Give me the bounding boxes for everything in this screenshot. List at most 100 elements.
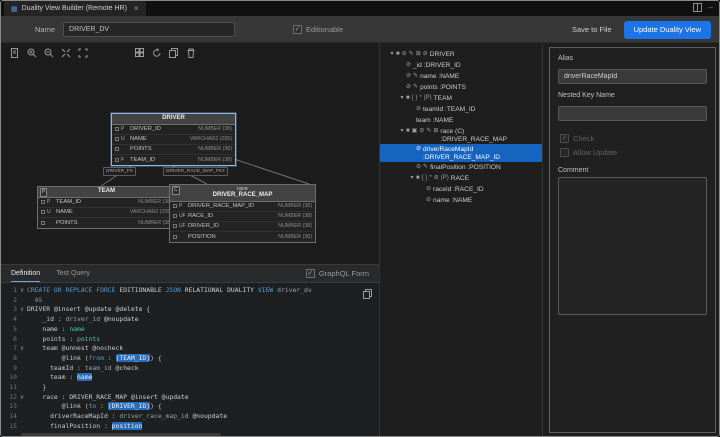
graphql-form-checkbox[interactable]	[306, 269, 315, 278]
tree-node-driverracemapid[interactable]: ⊘driverRaceMapId:DRIVER_RACE_MAP_ID	[380, 144, 542, 162]
tree-node-name[interactable]: ⊘✎name :NAME	[380, 71, 542, 82]
er-column-row[interactable]: POINTSNUMBER (38)	[112, 145, 235, 155]
caret-down-icon[interactable]: ▾	[398, 126, 406, 137]
update-duality-view-button[interactable]: Update Duality View	[624, 21, 711, 39]
fold-icon[interactable]: ∨	[17, 286, 27, 296]
fold-icon[interactable]: ∨	[17, 344, 27, 354]
tree-node-raceid[interactable]: ⊘raceId :RACE_ID	[380, 184, 542, 195]
alias-input[interactable]	[558, 69, 707, 84]
er-column-row[interactable]: PDRIVER_IDNUMBER (38)	[112, 125, 235, 135]
check-checkbox[interactable]	[560, 134, 569, 143]
expand-icon[interactable]	[77, 48, 88, 59]
caret-down-icon[interactable]: ▾	[398, 93, 406, 104]
allow-update-checkbox[interactable]	[560, 148, 569, 157]
tree-node-_id[interactable]: ⊘_id :DRIVER_ID	[380, 60, 542, 71]
nested-key-name-label: Nested Key Name	[558, 92, 707, 99]
refresh-icon[interactable]	[151, 48, 162, 59]
tree-node-finalposition[interactable]: ⊘✎finalPosition :POSITION	[380, 162, 542, 173]
tree-node-team[interactable]: ▾■{ }*(P)TEAM	[380, 93, 542, 104]
sql-code-editor[interactable]: 1∨CREATE OR REPLACE FORCE EDITIONABLE JS…	[1, 283, 379, 437]
tree-node-label: race (C):DRIVER_RACE_MAP	[440, 126, 507, 144]
tree-node-driver[interactable]: ▾■⊘✎⊞⊘DRIVER	[380, 49, 542, 60]
fold-icon[interactable]: ∨	[17, 305, 27, 315]
slash-icon: ⊘	[416, 144, 421, 155]
code-line[interactable]: 8 @link (from : (TEAM_ID)) {	[1, 354, 379, 364]
column-type: VARCHAR2 (255)	[190, 136, 232, 142]
er-column-row[interactable]: UFDRIVER_IDNUMBER (38)	[170, 222, 315, 232]
line-number: 6	[1, 335, 17, 345]
code-line[interactable]: 10 team : name	[1, 373, 379, 383]
nested-key-name-input[interactable]	[558, 106, 707, 121]
code-line[interactable]: 9 teamId : team_id @check	[1, 364, 379, 374]
comment-textarea[interactable]	[558, 177, 707, 315]
code-line[interactable]: 3∨DRIVER @insert @update @delete {	[1, 305, 379, 315]
save-to-file-button[interactable]: Save to File	[572, 25, 612, 34]
er-column-row[interactable]: UFRACE_IDNUMBER (38)	[170, 212, 315, 222]
line-number: 9	[1, 364, 17, 374]
er-table-team[interactable]: PTEAMPTEAM_IDNUMBER (38)UNAMEVARCHAR2 (2…	[37, 186, 176, 229]
code-line[interactable]: 7∨ team @unnest @nocheck	[1, 344, 379, 354]
horizontal-scrollbar[interactable]	[21, 433, 221, 436]
delete-icon[interactable]	[185, 48, 196, 59]
code-line[interactable]: 4 _id : driver_id @noupdate	[1, 315, 379, 325]
er-column-row[interactable]: POSITIONNUMBER (38)	[170, 232, 315, 242]
er-column-row[interactable]: FTEAM_IDNUMBER (38)	[112, 155, 235, 165]
zoom-out-icon[interactable]	[43, 48, 54, 59]
tab-definition[interactable]: Definition	[11, 265, 40, 282]
tree-node-label: TEAM	[434, 93, 452, 104]
code-line[interactable]: 14 driverRaceMapId : driver_race_map_id …	[1, 412, 379, 422]
er-table-driver[interactable]: DRIVERPDRIVER_IDNUMBER (38)UNAMEVARCHAR2…	[111, 113, 236, 166]
code-line[interactable]: 13 @link (to : (DRIVER_ID)) {	[1, 402, 379, 412]
er-table-driver_race_map[interactable]: CraceDRIVER_RACE_MAPPDRIVER_RACE_MAP_IDN…	[169, 184, 316, 243]
er-column-row[interactable]: POINTSNUMBER (38)	[38, 218, 175, 228]
code-line[interactable]: 1∨CREATE OR REPLACE FORCE EDITIONABLE JS…	[1, 286, 379, 296]
tree-node-race[interactable]: ▾■▣⊘✎⊞race (C):DRIVER_RACE_MAP	[380, 126, 542, 144]
er-table-header[interactable]: CraceDRIVER_RACE_MAP	[170, 185, 315, 202]
name-input[interactable]	[63, 22, 235, 37]
window-tab-bar: ▦ Duality View Builder (Remote HR) × –	[1, 1, 719, 16]
copy-code-icon[interactable]	[363, 289, 372, 299]
new-doc-icon[interactable]	[9, 48, 20, 59]
slash-icon: ⊘	[406, 71, 411, 82]
line-number: 1	[1, 286, 17, 296]
relation-label-driver-race-map-fk2[interactable]: DRIVER_RACE_MAP_FK2	[163, 167, 228, 176]
er-column-row[interactable]: UNAMEVARCHAR2 (255)	[38, 208, 175, 218]
star-icon: *	[429, 173, 431, 184]
tree-node-name[interactable]: ⊘name :NAME	[380, 195, 542, 206]
tree-node-teamid[interactable]: ⊘teamId :TEAM_ID	[380, 104, 542, 115]
table-icon: ■	[406, 93, 410, 104]
editionable-checkbox[interactable]	[293, 25, 302, 34]
diagram-canvas[interactable]: DRIVERPDRIVER_IDNUMBER (38)UNAMEVARCHAR2…	[1, 63, 379, 264]
grid-icon[interactable]	[134, 48, 145, 59]
tab-duality-view-builder[interactable]: ▦ Duality View Builder (Remote HR) ×	[4, 1, 146, 16]
tree-node-race[interactable]: ▾■{ }*⊘(P)RACE	[380, 173, 542, 184]
er-column-row[interactable]: PTEAM_IDNUMBER (38)	[38, 198, 175, 208]
column-type: NUMBER (38)	[278, 234, 312, 240]
code-line[interactable]: 6 points : points	[1, 335, 379, 345]
close-tab-icon[interactable]: ×	[134, 4, 139, 13]
zoom-in-icon[interactable]	[26, 48, 37, 59]
caret-down-icon[interactable]: ▾	[388, 49, 396, 60]
minimize-panel-icon[interactable]: –	[709, 3, 713, 12]
code-line[interactable]: 12∨ race : DRIVER_RACE_MAP @insert @upda…	[1, 393, 379, 403]
er-column-row[interactable]: UNAMEVARCHAR2 (255)	[112, 135, 235, 145]
code-line[interactable]: 11 }	[1, 383, 379, 393]
code-line[interactable]: 15 finalPosition : position	[1, 422, 379, 432]
er-table-header[interactable]: PTEAM	[38, 187, 175, 198]
fit-to-window-icon[interactable]	[60, 48, 71, 59]
copy-icon[interactable]	[168, 48, 179, 59]
tree-node-team[interactable]: team :NAME	[380, 115, 542, 126]
caret-down-icon[interactable]: ▾	[408, 173, 416, 184]
tree-node-label: driverRaceMapId:DRIVER_RACE_MAP_ID	[423, 144, 500, 162]
er-column-row[interactable]: PDRIVER_RACE_MAP_IDNUMBER (38)	[170, 202, 315, 212]
fold-icon[interactable]: ∨	[17, 393, 27, 403]
tab-test-query[interactable]: Test Query	[56, 265, 90, 282]
column-type: NUMBER (38)	[278, 203, 312, 209]
key-badge: UF	[179, 213, 188, 219]
relation-label-driver-fk[interactable]: DRIVER_FK	[103, 167, 136, 176]
layout-split-icon[interactable]	[693, 3, 702, 12]
er-table-header[interactable]: DRIVER	[112, 114, 235, 125]
tree-node-points[interactable]: ⊘✎points :POINTS	[380, 82, 542, 93]
code-line[interactable]: 2 AS	[1, 296, 379, 306]
code-line[interactable]: 5 name : name	[1, 325, 379, 335]
